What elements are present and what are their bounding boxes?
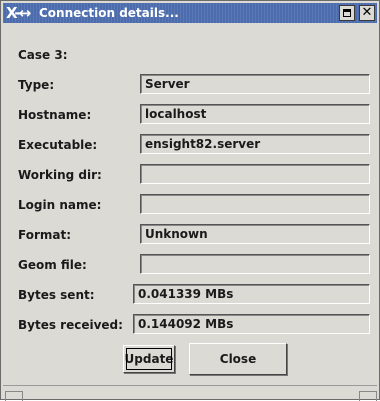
geom-file-field — [140, 254, 370, 274]
executable-field: ensight82.server — [140, 134, 370, 154]
format-field: Unknown — [140, 224, 370, 244]
field-row-bytes-received: Bytes received: 0.144092 MBs — [1, 314, 380, 338]
login-name-label: Login name: — [18, 198, 102, 212]
close-button[interactable]: Close — [189, 343, 287, 375]
maximize-icon — [343, 9, 351, 17]
bytes-sent-label: Bytes sent: — [18, 288, 95, 302]
window-title: Connection details... — [39, 6, 179, 20]
geom-file-label: Geom file: — [18, 258, 87, 272]
field-row-executable: Executable: ensight82.server — [1, 134, 380, 158]
field-row-login-name: Login name: — [1, 194, 380, 218]
type-field: Server — [140, 74, 370, 94]
close-icon: ✕ — [361, 5, 373, 20]
bytes-sent-field: 0.041339 MBs — [133, 284, 370, 304]
maximize-button[interactable] — [339, 5, 355, 21]
type-label: Type: — [18, 78, 55, 92]
hostname-label: Hostname: — [18, 108, 92, 122]
case-label: Case 3: — [18, 48, 68, 62]
field-row-working-dir: Working dir: — [1, 164, 380, 188]
bytes-received-field: 0.144092 MBs — [133, 314, 370, 334]
working-dir-field — [140, 164, 370, 184]
working-dir-label: Working dir: — [18, 168, 102, 182]
update-button[interactable]: Update — [123, 345, 175, 373]
format-label: Format: — [18, 228, 72, 242]
field-row-hostname: Hostname: localhost — [1, 104, 380, 128]
login-name-field — [140, 194, 370, 214]
hostname-field: localhost — [140, 104, 370, 124]
field-row-format: Format: Unknown — [1, 224, 380, 248]
field-row-geom-file: Geom file: — [1, 254, 380, 278]
executable-label: Executable: — [18, 138, 98, 152]
field-row-bytes-sent: Bytes sent: 0.041339 MBs — [1, 284, 380, 308]
window-menu-icon[interactable]: X-↔ — [6, 4, 36, 22]
field-row-type: Type: Server — [1, 74, 380, 98]
connection-details-window: X-↔ Connection details... ✕ Case 3: Type… — [0, 0, 380, 401]
close-window-button[interactable]: ✕ — [359, 5, 375, 21]
title-bar[interactable]: X-↔ Connection details... ✕ — [3, 3, 377, 23]
window-bottom-border — [3, 385, 377, 399]
bytes-received-label: Bytes received: — [18, 318, 123, 332]
